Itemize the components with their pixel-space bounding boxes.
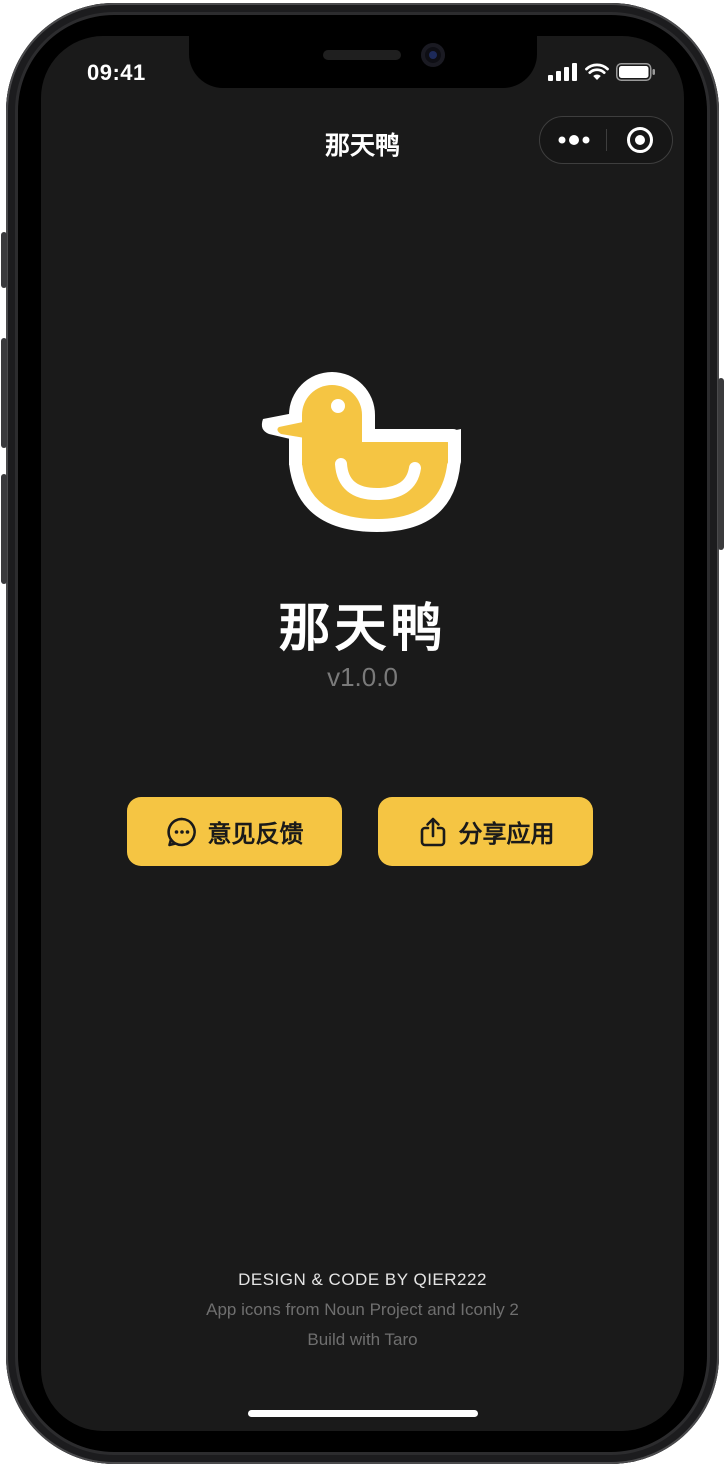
wifi-icon [585,63,609,80]
mini-program-capsule [539,116,673,164]
more-button[interactable] [540,117,607,163]
side-button-power [718,378,724,550]
app-name: 那天鸭 [278,599,447,659]
signal-icon [548,63,577,81]
share-label: 分享应用 [458,820,555,848]
status-time: 09:41 [87,60,146,85]
design-credit: DESIGN & CODE BY QIER222 [238,1270,487,1289]
build-credit: Build with Taro [307,1330,418,1349]
duck-icon [261,372,461,532]
chat-bubble-icon [166,817,196,846]
speaker-grille [323,50,401,60]
feedback-label: 意见反馈 [207,820,304,848]
app-screen: 09:41 那天鸭 那天鸭 v1.0.0 意见反馈 分享应用 DESIGN & … [41,36,684,1431]
share-button[interactable]: 分享应用 [378,797,593,866]
notch [189,36,537,88]
side-button-volume-up [1,338,7,448]
more-dots-icon [558,135,589,145]
status-icons [548,62,656,82]
feedback-button[interactable]: 意见反馈 [127,797,342,866]
icons-credit: App icons from Noun Project and Iconly 2 [206,1300,519,1319]
side-button-volume-down [1,474,7,584]
share-upload-icon [420,817,445,846]
side-button-silent [1,232,7,288]
footer: DESIGN & CODE BY QIER222 App icons from … [41,1268,684,1358]
front-camera [421,43,445,67]
app-version: v1.0.0 [327,662,398,692]
battery-icon [616,63,655,81]
home-indicator[interactable] [248,1410,478,1417]
close-button[interactable] [607,117,673,163]
target-close-icon [627,127,653,153]
